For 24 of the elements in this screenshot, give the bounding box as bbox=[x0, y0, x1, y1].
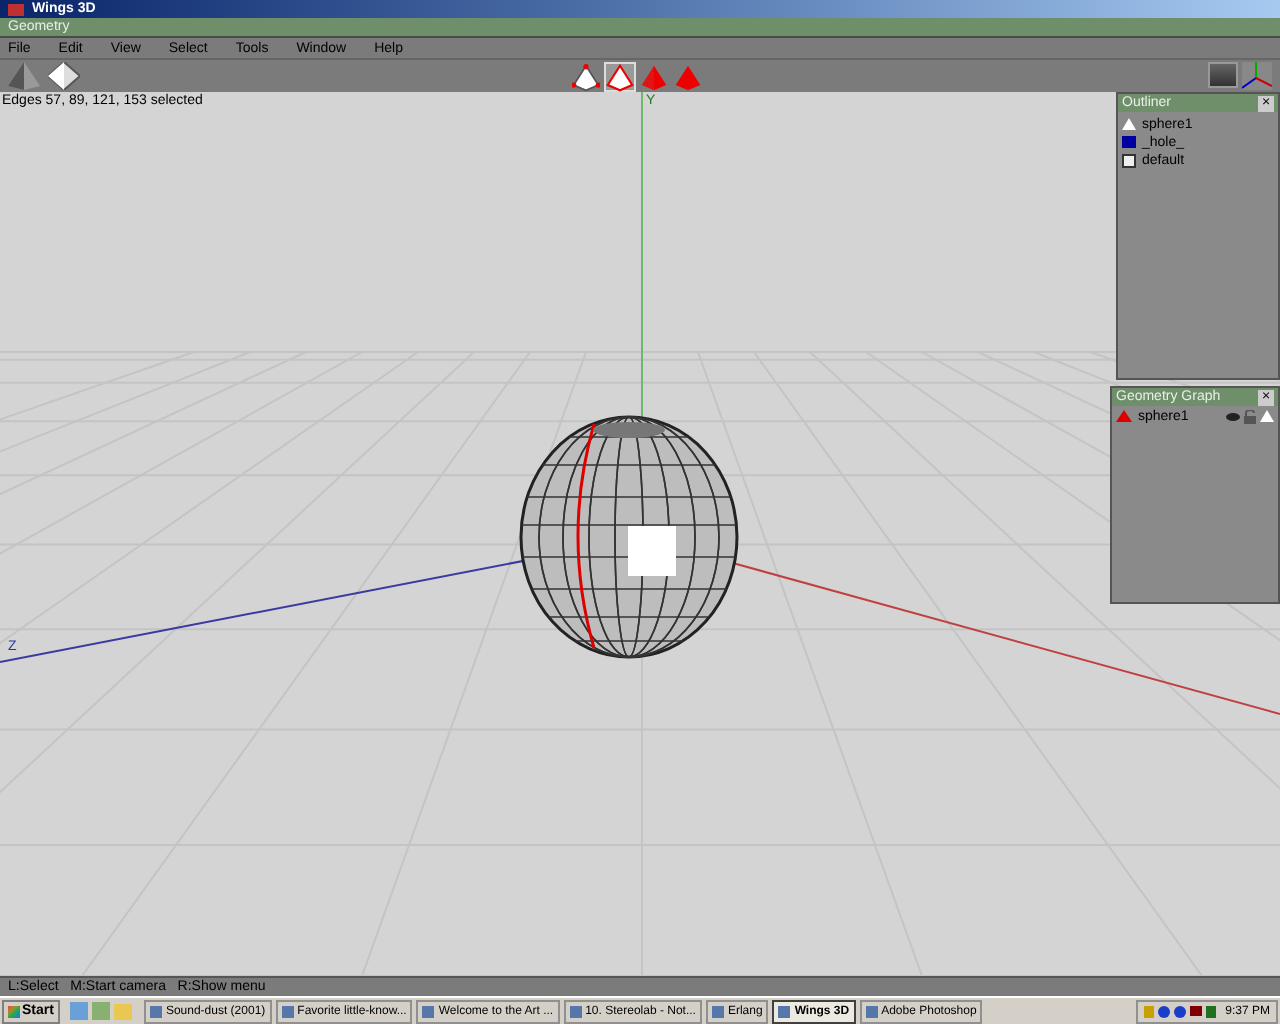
app-icon bbox=[281, 1005, 294, 1017]
eye-icon[interactable] bbox=[1226, 411, 1240, 421]
edge-mode-icon bbox=[606, 61, 634, 93]
app-icon bbox=[569, 1005, 582, 1017]
wireframe-view-icon[interactable] bbox=[48, 62, 80, 90]
object-icon bbox=[1122, 118, 1136, 130]
windows-logo-icon bbox=[8, 1005, 20, 1017]
app-icon bbox=[865, 1005, 878, 1017]
body-mode-icon bbox=[674, 61, 702, 93]
vertex-mode-icon bbox=[572, 61, 600, 93]
edge-mode-button[interactable] bbox=[604, 62, 636, 92]
hole-icon bbox=[1122, 136, 1136, 148]
object-icon bbox=[1116, 410, 1132, 422]
app-icon bbox=[711, 1005, 724, 1017]
vertex-mode-button[interactable] bbox=[570, 62, 602, 92]
wire-icon[interactable] bbox=[1260, 410, 1274, 422]
material-icon bbox=[1122, 153, 1136, 167]
app-icon bbox=[422, 1005, 435, 1017]
app-icon bbox=[149, 1005, 162, 1017]
unlocked-icon[interactable] bbox=[1244, 409, 1256, 423]
face-mode-icon bbox=[640, 61, 668, 93]
app-icon bbox=[8, 3, 24, 15]
axes-icon[interactable] bbox=[1242, 62, 1272, 90]
app-icon bbox=[778, 1005, 791, 1017]
